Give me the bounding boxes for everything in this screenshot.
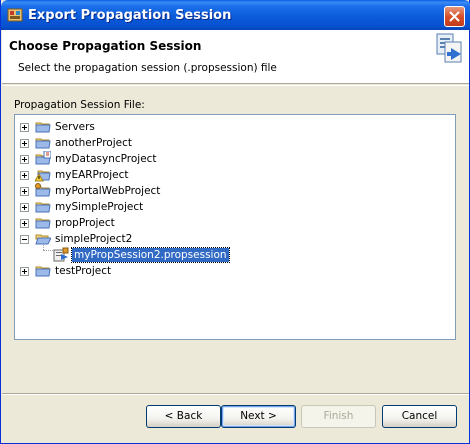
propsession-file-icon [53, 247, 69, 262]
tree-item-simpleproject2[interactable]: simpleProject2 [15, 231, 435, 247]
tree-item-label: testProject [55, 265, 112, 277]
finish-button[interactable]: Finish [301, 405, 376, 428]
button-bar-separator-highlight [2, 394, 469, 395]
page-description: Select the propagation session (.propses… [18, 62, 277, 74]
tree-item-testproject[interactable]: testProject [15, 263, 435, 279]
title-bar[interactable]: Export Propagation Session [1, 0, 470, 30]
tree-item-myportalwebproject[interactable]: myPortalWebProject [15, 183, 435, 199]
close-button[interactable] [444, 6, 465, 27]
expand-toggle[interactable] [20, 123, 29, 132]
propagation-session-file-label: Propagation Session File: [14, 99, 145, 111]
portal-web-project-icon [35, 183, 51, 197]
tree-item-myearproject[interactable]: myEARProject [15, 167, 435, 183]
tree-item-servers[interactable]: Servers [15, 119, 435, 135]
tree-item-mypropsession2[interactable]: myPropSession2.propsession [15, 247, 435, 263]
expand-toggle[interactable] [20, 187, 29, 196]
folder-icon [35, 218, 51, 229]
folder-icon [35, 122, 51, 133]
back-button[interactable]: < Back [146, 405, 221, 428]
tree-item-label: Servers [55, 121, 95, 133]
app-icon [7, 8, 23, 22]
close-icon [449, 11, 460, 22]
tree-item-label: myEARProject [55, 169, 129, 181]
export-wizard-icon [436, 33, 462, 63]
expand-toggle[interactable] [20, 139, 29, 148]
collapse-toggle[interactable] [20, 235, 29, 244]
folder-icon [35, 202, 51, 213]
datasync-project-icon [35, 151, 51, 165]
tree-item-mydatasyncproject[interactable]: myDatasyncProject [15, 151, 435, 167]
tree-item-label: myPropSession2.propsession [71, 247, 230, 263]
folder-open-icon [35, 234, 51, 245]
export-dialog: Export Propagation Session Choose Propag… [0, 0, 470, 444]
tree-item-label: myDatasyncProject [55, 153, 157, 165]
wizard-banner: Choose Propagation Session Select the pr… [2, 30, 469, 84]
session-file-tree[interactable]: Servers anotherProject myDatasyncProject [14, 114, 456, 340]
expand-toggle[interactable] [20, 203, 29, 212]
page-title: Choose Propagation Session [9, 39, 202, 53]
expand-toggle[interactable] [20, 267, 29, 276]
next-button[interactable]: Next > [221, 405, 296, 428]
folder-icon [35, 266, 51, 277]
tree-item-label: myPortalWebProject [55, 185, 161, 197]
tree-item-mysimpleproject[interactable]: mySimpleProject [15, 199, 435, 215]
tree-item-label: anotherProject [55, 137, 132, 149]
expand-toggle[interactable] [20, 219, 29, 228]
ear-project-icon [35, 170, 51, 182]
expand-toggle[interactable] [20, 171, 29, 180]
tree-item-label: propProject [55, 217, 115, 229]
tree-item-label: mySimpleProject [55, 201, 144, 213]
tree-item-label: simpleProject2 [55, 233, 133, 245]
cancel-button[interactable]: Cancel [382, 405, 457, 428]
expand-toggle[interactable] [20, 155, 29, 164]
window-title: Export Propagation Session [28, 8, 232, 23]
banner-separator [2, 85, 469, 86]
folder-icon [35, 138, 51, 149]
tree-item-propproject[interactable]: propProject [15, 215, 435, 231]
tree-item-anotherproject[interactable]: anotherProject [15, 135, 435, 151]
